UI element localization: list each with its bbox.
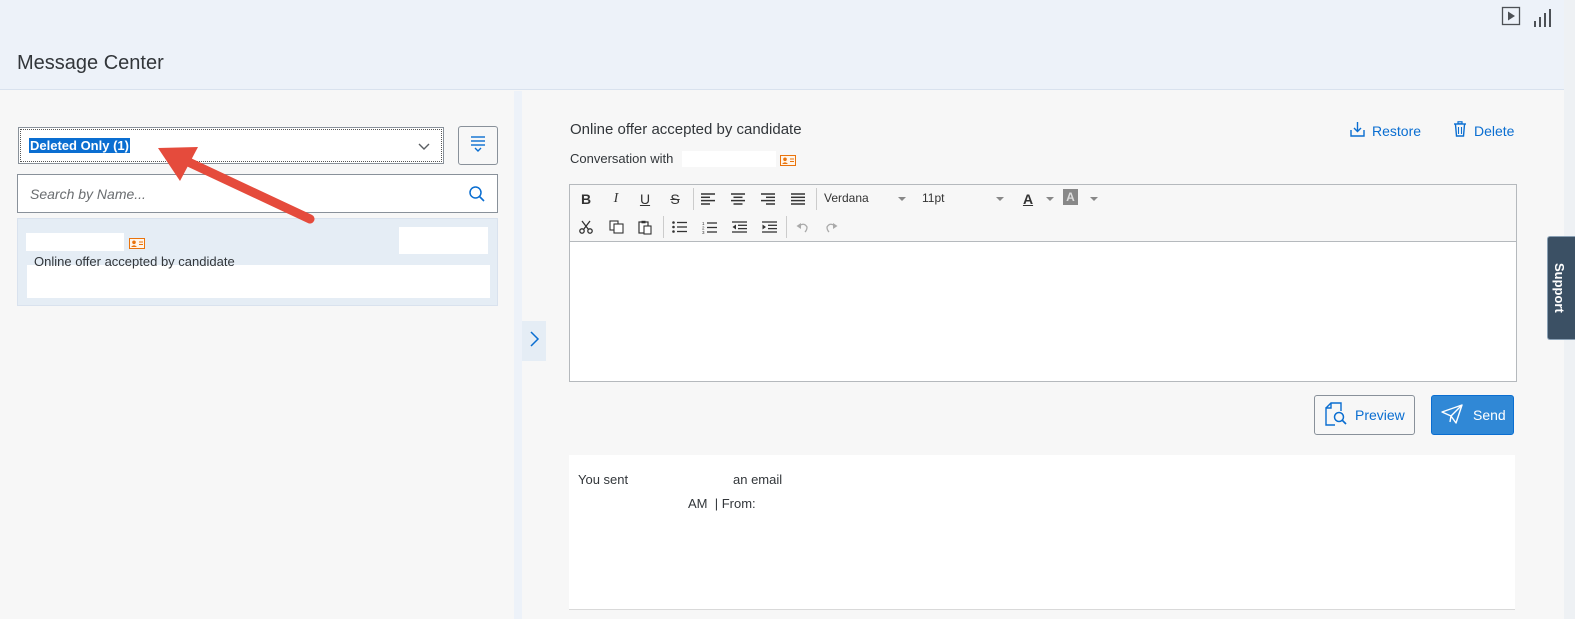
- align-left-icon[interactable]: [697, 189, 719, 209]
- chevron-down-icon: [417, 139, 431, 153]
- justify-icon[interactable]: [787, 189, 809, 209]
- restore-icon: [1350, 121, 1365, 140]
- search-input[interactable]: [30, 184, 450, 204]
- outdent-icon[interactable]: [728, 217, 750, 237]
- bold-icon[interactable]: B: [575, 189, 597, 209]
- strikethrough-icon[interactable]: S: [664, 189, 686, 209]
- copy-icon[interactable]: [605, 217, 627, 237]
- play-icon[interactable]: [1500, 5, 1522, 27]
- redacted-preview: [27, 265, 490, 298]
- search-field[interactable]: [17, 174, 498, 213]
- dropdown-arrow-icon: [898, 197, 906, 201]
- list-filter-icon: [469, 134, 487, 157]
- filter-selected-value: Deleted Only (1): [29, 138, 130, 153]
- message-history-item: You sent an email AM | From:: [569, 455, 1515, 610]
- toolbar-separator: [816, 188, 817, 210]
- chevron-right-icon: [528, 330, 540, 353]
- history-meta: AM | From:: [688, 496, 756, 511]
- font-size-select[interactable]: 11pt: [922, 191, 1006, 205]
- conversation-list-item[interactable]: Online offer accepted by candidate: [17, 218, 498, 306]
- history-sent-prefix: You sent: [578, 472, 629, 487]
- panel-divider[interactable]: [514, 91, 522, 619]
- message-filter-select[interactable]: Deleted Only (1): [18, 127, 444, 164]
- undo-icon[interactable]: [791, 217, 813, 237]
- align-center-icon[interactable]: [727, 189, 749, 209]
- message-title: Online offer accepted by candidate: [570, 121, 802, 138]
- dropdown-arrow-icon: [1046, 197, 1054, 201]
- redo-icon[interactable]: [820, 217, 842, 237]
- indent-icon[interactable]: [758, 217, 780, 237]
- rich-text-editor: B I U S Verdana 11pt A A 1 2 3: [569, 184, 1517, 382]
- conversation-list-panel: [0, 91, 514, 619]
- svg-text:3: 3: [702, 230, 705, 234]
- conversation-with-label: Conversation with: [570, 151, 674, 166]
- redacted-date: [399, 227, 488, 254]
- toolbar-separator: [693, 188, 694, 210]
- delete-label: Delete: [1474, 122, 1515, 139]
- contact-card-icon[interactable]: [780, 153, 796, 166]
- conversation-subject: Online offer accepted by candidate: [34, 254, 235, 269]
- trash-icon: [1453, 121, 1467, 140]
- paste-icon[interactable]: [634, 217, 656, 237]
- toolbar-separator: [663, 216, 664, 238]
- redacted-contact: [682, 151, 776, 167]
- highlight-color-icon[interactable]: A: [1063, 189, 1078, 205]
- history-sent-suffix: an email: [733, 472, 783, 487]
- contact-card-icon: [129, 236, 145, 249]
- restore-button[interactable]: Restore: [1350, 121, 1421, 140]
- restore-label: Restore: [1372, 122, 1422, 139]
- text-color-icon[interactable]: A: [1017, 189, 1039, 209]
- dropdown-arrow-icon: [1090, 197, 1098, 201]
- preview-label: Preview: [1355, 407, 1405, 423]
- shell-header: Message Center: [0, 0, 1575, 90]
- support-tab[interactable]: Support: [1547, 236, 1575, 340]
- preview-icon: [1325, 401, 1347, 429]
- page-title: Message Center: [17, 52, 164, 74]
- filter-menu-button[interactable]: [458, 126, 498, 165]
- numbered-list-icon[interactable]: 123: [698, 217, 720, 237]
- bullet-list-icon[interactable]: [668, 217, 690, 237]
- search-icon[interactable]: [468, 185, 486, 208]
- preview-button[interactable]: Preview: [1314, 395, 1415, 435]
- italic-icon[interactable]: I: [605, 189, 627, 209]
- send-button[interactable]: Send: [1431, 395, 1514, 435]
- font-family-select[interactable]: Verdana: [824, 191, 908, 205]
- redacted-name: [26, 233, 124, 251]
- align-right-icon[interactable]: [757, 189, 779, 209]
- editor-toolbar: B I U S Verdana 11pt A A 1 2 3: [570, 185, 1516, 242]
- paper-plane-icon: [1441, 403, 1463, 427]
- font-size-value: 11pt: [922, 191, 945, 205]
- delete-button[interactable]: Delete: [1453, 121, 1514, 140]
- cut-icon[interactable]: [575, 217, 597, 237]
- underline-icon[interactable]: U: [634, 189, 656, 209]
- dropdown-arrow-icon: [996, 197, 1004, 201]
- support-label: Support: [1552, 263, 1567, 313]
- editor-body[interactable]: [570, 242, 1516, 381]
- send-label: Send: [1473, 407, 1506, 423]
- toolbar-separator: [786, 216, 787, 238]
- bar-chart-icon[interactable]: [1531, 7, 1553, 29]
- font-family-value: Verdana: [824, 191, 869, 205]
- collapse-panel-button[interactable]: [522, 321, 546, 361]
